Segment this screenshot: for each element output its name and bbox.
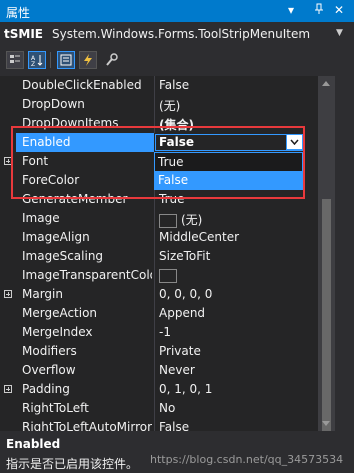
chevron-down-icon[interactable]: ▼ bbox=[336, 28, 343, 38]
property-row-righttoleft[interactable]: RightToLeft No bbox=[0, 399, 318, 418]
property-name: ForeColor bbox=[22, 173, 80, 187]
property-row-imagetransparentcolor[interactable]: ImageTransparentColor bbox=[0, 266, 318, 285]
property-value[interactable]: True bbox=[159, 192, 309, 206]
property-name: ImageAlign bbox=[22, 230, 90, 244]
scroll-up-arrow-icon[interactable] bbox=[322, 81, 330, 86]
image-swatch bbox=[159, 213, 177, 228]
property-name: Padding bbox=[22, 382, 70, 396]
property-value[interactable]: False bbox=[159, 420, 309, 431]
property-row-dropdownitems[interactable]: DropDownItems (集合) bbox=[0, 114, 318, 133]
property-name: Enabled bbox=[22, 135, 71, 149]
events-icon[interactable] bbox=[79, 51, 97, 69]
property-name: DropDown bbox=[22, 97, 85, 111]
vertical-scrollbar[interactable] bbox=[318, 76, 335, 432]
property-value[interactable]: Private bbox=[159, 344, 309, 358]
expand-icon[interactable] bbox=[4, 290, 12, 298]
toolbar-separator bbox=[50, 52, 51, 68]
property-name: GenerateMember bbox=[22, 192, 128, 206]
property-name: ImageScaling bbox=[22, 249, 104, 263]
property-value[interactable]: False bbox=[159, 78, 309, 92]
property-name: RightToLeftAutoMirrorImage bbox=[22, 420, 152, 431]
property-value[interactable]: Append bbox=[159, 306, 309, 320]
dropdown-option-false[interactable]: False bbox=[155, 171, 302, 189]
property-value[interactable]: (集合) bbox=[159, 116, 309, 133]
expand-icon[interactable] bbox=[4, 157, 12, 165]
property-value[interactable]: 0, 1, 0, 1 bbox=[159, 382, 309, 396]
property-value[interactable]: No bbox=[159, 401, 309, 415]
property-row-mergeaction[interactable]: MergeAction Append bbox=[0, 304, 318, 323]
property-row-righttoleftautomirrorimage[interactable]: RightToLeftAutoMirrorImage False bbox=[0, 418, 318, 431]
property-name: Overflow bbox=[22, 363, 76, 377]
property-name: DoubleClickEnabled bbox=[22, 78, 142, 92]
enabled-value-dropdown-list: True False bbox=[154, 152, 303, 190]
object-type: System.Windows.Forms.ToolStripMenuItem bbox=[52, 27, 311, 41]
window-position-dropdown-icon[interactable]: ▾ bbox=[288, 3, 294, 17]
watermark: https://blog.csdn.net/qq_34573534 bbox=[150, 453, 344, 466]
properties-toolbar: AZ bbox=[0, 46, 354, 74]
property-value[interactable]: 0, 0, 0, 0 bbox=[159, 287, 309, 301]
property-row-image[interactable]: Image (无) bbox=[0, 209, 318, 228]
property-value[interactable]: SizeToFit bbox=[159, 249, 309, 263]
property-pages-icon[interactable] bbox=[103, 51, 121, 69]
property-value: (无) bbox=[181, 213, 203, 227]
property-name: Modifiers bbox=[22, 344, 77, 358]
description-text: 指示是否已启用该控件。 bbox=[6, 457, 139, 471]
pin-icon[interactable] bbox=[314, 3, 324, 18]
property-name: ImageTransparentColor bbox=[22, 268, 152, 282]
chevron-down-icon bbox=[290, 139, 299, 145]
property-row-dropdown[interactable]: DropDown (无) bbox=[0, 95, 318, 114]
object-selector[interactable]: tSMIE System.Windows.Forms.ToolStripMenu… bbox=[0, 22, 354, 46]
dropdown-option-true[interactable]: True bbox=[155, 153, 302, 171]
alphabetical-icon[interactable]: AZ bbox=[28, 51, 46, 69]
property-row-overflow[interactable]: Overflow Never bbox=[0, 361, 318, 380]
categorized-icon[interactable] bbox=[6, 51, 24, 69]
property-value[interactable]: MiddleCenter bbox=[159, 230, 309, 244]
property-name: Margin bbox=[22, 287, 63, 301]
properties-icon[interactable] bbox=[57, 51, 75, 69]
property-row-imagealign[interactable]: ImageAlign MiddleCenter bbox=[0, 228, 318, 247]
property-row-margin[interactable]: Margin 0, 0, 0, 0 bbox=[0, 285, 318, 304]
property-grid: DoubleClickEnabled False DropDown (无) Dr… bbox=[0, 76, 318, 431]
property-row-enabled[interactable]: Enabled False bbox=[0, 133, 318, 152]
property-name: RightToLeft bbox=[22, 401, 89, 415]
window-title: 属性 bbox=[6, 6, 31, 20]
object-name: tSMIE bbox=[4, 27, 43, 41]
property-row-modifiers[interactable]: Modifiers Private bbox=[0, 342, 318, 361]
property-row-imagescaling[interactable]: ImageScaling SizeToFit bbox=[0, 247, 318, 266]
property-row-doubleclickenabled[interactable]: DoubleClickEnabled False bbox=[0, 76, 318, 95]
description-panel: Enabled 指示是否已启用该控件。 bbox=[0, 431, 354, 473]
property-row-mergeindex[interactable]: MergeIndex -1 bbox=[0, 323, 318, 342]
description-title: Enabled bbox=[6, 437, 61, 451]
property-value[interactable]: (无) bbox=[159, 97, 309, 114]
property-name: MergeIndex bbox=[22, 325, 93, 339]
property-row-padding[interactable]: Padding 0, 1, 0, 1 bbox=[0, 380, 318, 399]
color-swatch bbox=[159, 268, 177, 283]
expand-icon[interactable] bbox=[4, 385, 12, 393]
property-value[interactable]: Never bbox=[159, 363, 309, 377]
close-icon[interactable]: ✕ bbox=[334, 3, 344, 17]
property-name: DropDownItems bbox=[22, 116, 119, 130]
properties-title-bar: 属性 ▾ ✕ bbox=[0, 0, 354, 22]
scroll-down-arrow-icon[interactable] bbox=[322, 421, 330, 426]
value-dropdown-button[interactable] bbox=[286, 134, 303, 150]
property-name: Image bbox=[22, 211, 60, 225]
property-name: Font bbox=[22, 154, 49, 168]
scrollbar-thumb[interactable] bbox=[322, 199, 331, 432]
property-value[interactable]: -1 bbox=[159, 325, 309, 339]
svg-text:Z: Z bbox=[31, 61, 35, 67]
property-row-generatemember[interactable]: GenerateMember True bbox=[0, 190, 318, 209]
property-name: MergeAction bbox=[22, 306, 98, 320]
